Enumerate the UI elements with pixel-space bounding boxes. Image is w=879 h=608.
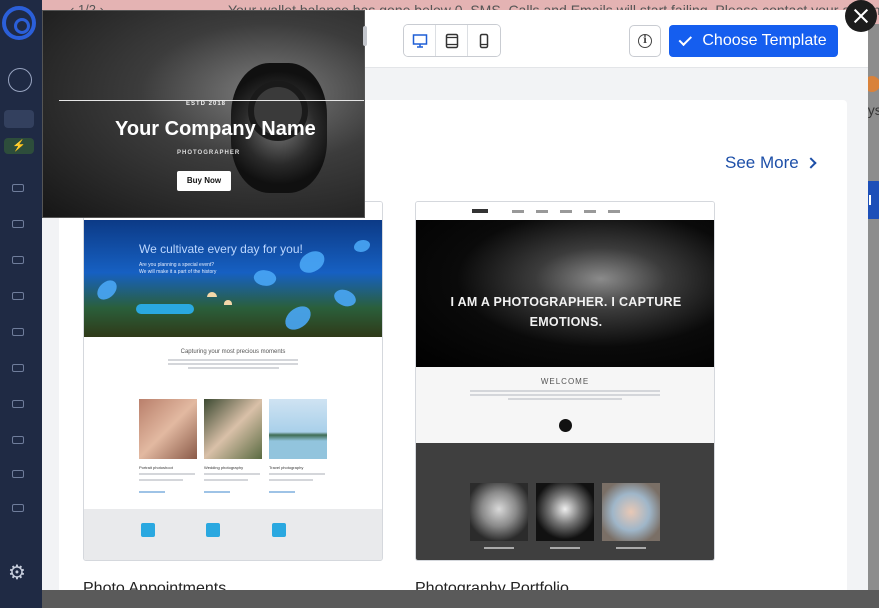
thumbnail-footer: [84, 509, 382, 560]
sidebar-nav-icon[interactable]: [12, 436, 24, 444]
check-icon: [678, 32, 693, 46]
sidebar-nav-icon[interactable]: [12, 256, 24, 264]
desktop-icon: [412, 33, 427, 48]
close-icon: [853, 8, 869, 24]
see-more-link[interactable]: See More: [725, 153, 817, 173]
app-sidebar: ⚡ ⚙: [0, 0, 42, 608]
thumbnail-headline: We cultivate every day for you!: [139, 242, 303, 256]
thumbnail-hero: We cultivate every day for you! Are you …: [84, 220, 382, 337]
thumbnail-photos: Portrait photoshoot Wedding photography …: [84, 387, 382, 509]
caption: Portrait photoshoot: [139, 465, 173, 470]
preview-role: PHOTOGRAPHER: [177, 150, 241, 156]
info-button[interactable]: i: [629, 25, 661, 57]
sidebar-nav-icon[interactable]: [12, 220, 24, 228]
preview-company-name: Your Company Name: [115, 118, 316, 140]
caption: Wedding photography: [204, 465, 244, 470]
template-card-photo-appointments[interactable]: We cultivate every day for you! Are you …: [83, 201, 383, 561]
thumbnail-nav: [416, 202, 714, 220]
see-more-label: See More: [725, 153, 799, 172]
thumbnail-welcome: WELCOME: [416, 367, 714, 443]
sidebar-nav-icon[interactable]: [12, 364, 24, 372]
close-modal-button[interactable]: [845, 0, 877, 32]
desktop-view-button[interactable]: [404, 25, 436, 56]
settings-gear-icon[interactable]: ⚙: [8, 560, 26, 585]
sidebar-nav-icon[interactable]: [12, 400, 24, 408]
thumbnail-headline: I AM A PHOTOGRAPHER. I CAPTURE EMOTIONS.: [450, 295, 682, 329]
sidebar-nav-icon[interactable]: [12, 470, 24, 478]
sidebar-nav-icon[interactable]: [12, 292, 24, 300]
preview-estd: ESTD 2018: [186, 101, 227, 107]
preview-scrollbar[interactable]: [363, 26, 367, 46]
info-icon: i: [638, 34, 652, 48]
thumbnail-gallery: [416, 443, 714, 560]
bolt-icon[interactable]: ⚡: [4, 138, 34, 154]
device-toggle: [403, 24, 501, 57]
thumbnail-section-title: Capturing your most precious moments: [180, 349, 286, 355]
background-footer: [42, 590, 879, 608]
template-name: Photo Appointments: [83, 580, 227, 590]
caption: Travel photography: [269, 465, 304, 470]
app-logo-icon: [2, 6, 36, 40]
sidebar-search-icon[interactable]: [4, 110, 34, 128]
thumbnail-welcome-title: WELCOME: [540, 377, 590, 386]
thumbnail-hero: I AM A PHOTOGRAPHER. I CAPTURE EMOTIONS.: [416, 220, 714, 367]
choose-template-button[interactable]: Choose Template: [669, 25, 838, 57]
mobile-icon: [479, 33, 489, 48]
thumbnail-subtext: Are you planning a special event? We wil…: [139, 262, 217, 275]
chevron-right-icon: [805, 157, 817, 169]
user-icon[interactable]: [8, 68, 32, 92]
choose-template-label: Choose Template: [702, 32, 827, 49]
thumbnail-text-lines: [168, 359, 298, 369]
template-card-photography-portfolio[interactable]: I AM A PHOTOGRAPHER. I CAPTURE EMOTIONS.…: [415, 201, 715, 561]
template-hover-preview: ESTD 2018 Your Company Name PHOTOGRAPHER…: [42, 10, 365, 218]
preview-buy-now-button: Buy Now: [177, 171, 231, 191]
mobile-view-button[interactable]: [468, 25, 500, 56]
template-name: Photography Portfolio: [415, 580, 569, 590]
tablet-view-button[interactable]: [436, 25, 468, 56]
sidebar-nav-icon[interactable]: [12, 504, 24, 512]
sidebar-nav-icon[interactable]: [12, 184, 24, 192]
tablet-icon: [445, 33, 458, 48]
thumbnail-cta: [136, 304, 194, 314]
sidebar-nav-icon[interactable]: [12, 328, 24, 336]
